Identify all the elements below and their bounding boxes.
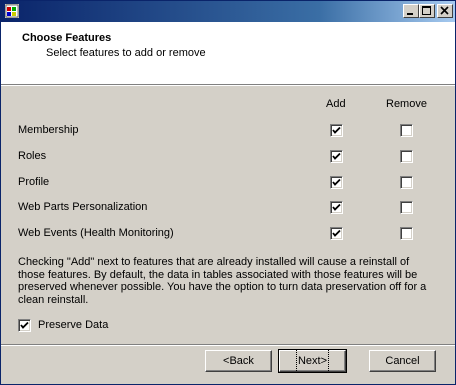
maximize-icon <box>422 6 431 15</box>
add-checkbox[interactable] <box>330 124 343 137</box>
app-icon <box>5 4 19 18</box>
check-icon <box>332 152 341 160</box>
check-icon <box>332 203 341 211</box>
remove-checkbox[interactable] <box>400 227 413 240</box>
close-icon <box>440 6 449 15</box>
title-bar <box>1 1 455 22</box>
remove-column-header: Remove <box>386 98 427 110</box>
feature-label: Roles <box>18 150 47 162</box>
check-icon <box>332 229 341 237</box>
next-button[interactable]: Next> <box>278 349 347 373</box>
feature-label: Profile <box>18 176 50 188</box>
remove-checkbox[interactable] <box>400 150 413 163</box>
page-subtitle: Select features to add or remove <box>46 47 206 59</box>
remove-checkbox[interactable] <box>400 201 413 214</box>
remove-checkbox[interactable] <box>400 176 413 189</box>
next-button-label: Next> <box>295 349 330 373</box>
feature-label: Web Events (Health Monitoring) <box>18 227 174 239</box>
add-column-header: Add <box>326 98 346 110</box>
add-checkbox[interactable] <box>330 201 343 214</box>
close-button[interactable] <box>437 4 453 18</box>
wizard-header: Choose Features Select features to add o… <box>1 22 455 85</box>
wizard-window: Choose Features Select features to add o… <box>0 0 456 385</box>
cancel-button[interactable]: Cancel <box>369 350 436 372</box>
preserve-data-checkbox[interactable] <box>18 319 31 332</box>
reinstall-note: Checking "Add" next to features that are… <box>18 256 427 306</box>
header-divider <box>1 85 455 86</box>
maximize-button[interactable] <box>419 4 435 18</box>
minimize-icon <box>407 13 413 15</box>
add-checkbox[interactable] <box>330 150 343 163</box>
check-icon <box>20 321 29 329</box>
add-checkbox[interactable] <box>330 176 343 189</box>
back-button-label: <Back <box>223 355 254 367</box>
cancel-button-label: Cancel <box>385 355 420 367</box>
feature-label: Web Parts Personalization <box>18 201 148 213</box>
feature-label: Membership <box>18 124 79 136</box>
remove-checkbox[interactable] <box>400 124 413 137</box>
check-icon <box>332 126 341 134</box>
check-icon <box>332 178 341 186</box>
add-checkbox[interactable] <box>330 227 343 240</box>
preserve-data-label: Preserve Data <box>38 319 109 331</box>
page-title: Choose Features <box>22 32 112 44</box>
minimize-button[interactable] <box>403 4 419 18</box>
back-button[interactable]: <Back <box>205 350 272 372</box>
